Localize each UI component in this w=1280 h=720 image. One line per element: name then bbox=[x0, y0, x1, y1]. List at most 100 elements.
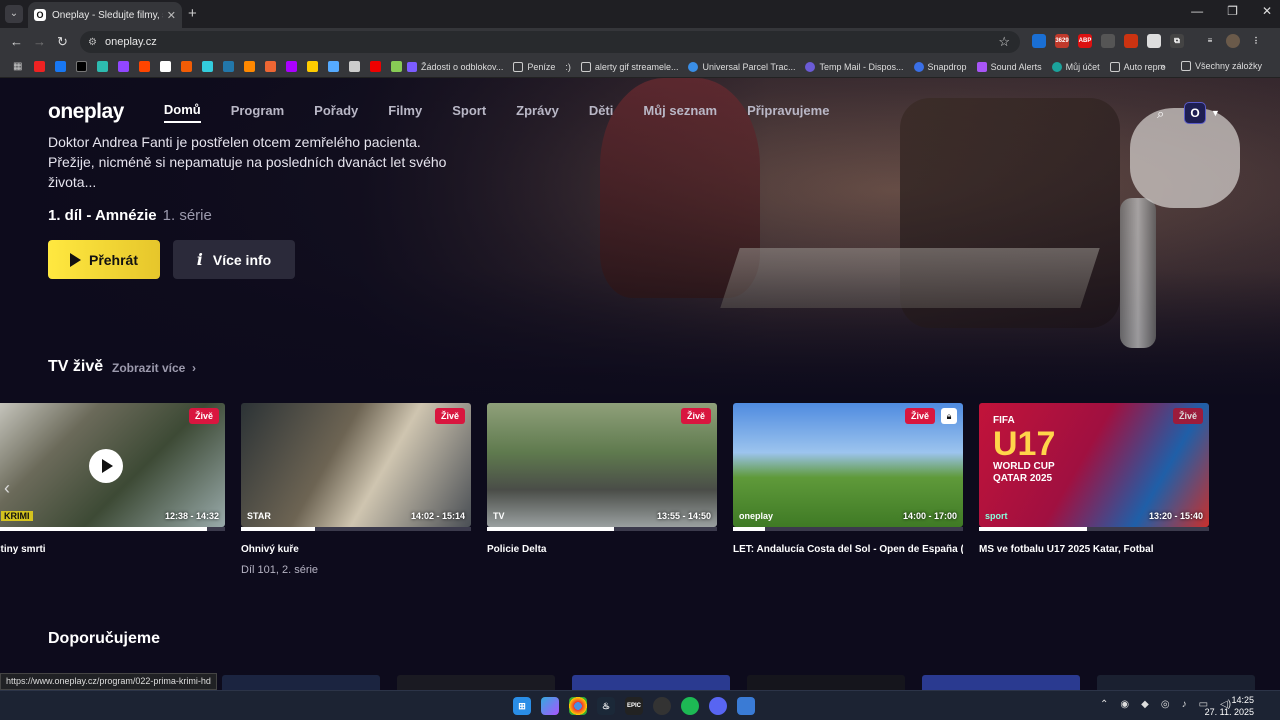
bookmark-icon[interactable] bbox=[286, 61, 297, 72]
live-card[interactable]: Živě 🔒︎ oneplay 14:00 - 17:00 LET: Andal… bbox=[733, 403, 963, 555]
show-more-link[interactable]: Zobrazit více › bbox=[112, 361, 196, 375]
bookmark-alerty[interactable]: alerty gif streamele... bbox=[580, 61, 678, 72]
forward-icon[interactable]: → bbox=[33, 34, 46, 49]
bookmark-icon[interactable] bbox=[97, 61, 108, 72]
bookmark-icon[interactable] bbox=[307, 61, 318, 72]
bookmark-smile[interactable]: :) bbox=[565, 62, 571, 72]
bookmark-icon[interactable] bbox=[349, 61, 360, 72]
bookmark-icon[interactable] bbox=[370, 61, 381, 72]
play-icon[interactable] bbox=[89, 449, 123, 483]
tab-close-icon[interactable]: ✕ bbox=[167, 9, 176, 22]
bookmark-snapdrop[interactable]: Snapdrop bbox=[913, 61, 967, 72]
recommend-card[interactable] bbox=[922, 675, 1080, 690]
extension-icon[interactable] bbox=[1124, 34, 1138, 48]
x-icon[interactable] bbox=[76, 61, 87, 72]
taskbar-clock[interactable]: 14:25 27. 11. 2025 bbox=[1205, 694, 1254, 718]
nav-program[interactable]: Program bbox=[231, 103, 284, 122]
network-icon[interactable]: ◎ bbox=[1161, 699, 1170, 710]
adblock-icon[interactable]: ABP bbox=[1078, 34, 1092, 48]
window-close-icon[interactable]: ✕ bbox=[1262, 4, 1272, 18]
back-icon[interactable]: ← bbox=[10, 34, 23, 49]
discord-tray-icon[interactable]: ◉ bbox=[1120, 699, 1129, 710]
bookmark-star-icon[interactable]: ☆ bbox=[998, 34, 1010, 50]
nav-deti[interactable]: Děti bbox=[589, 103, 614, 122]
tab-search-icon[interactable]: ⌄ bbox=[5, 5, 23, 23]
bookmark-icon[interactable] bbox=[265, 61, 276, 72]
tray-overflow-icon[interactable]: ⌃ bbox=[1100, 699, 1108, 710]
extension-badge-icon[interactable]: 3629 bbox=[1055, 34, 1069, 48]
restore-icon[interactable]: ❐ bbox=[1227, 4, 1238, 18]
discord-icon[interactable] bbox=[709, 697, 727, 715]
browser-tab-oneplay[interactable]: O Oneplay - Sledujte filmy, seriály ✕ bbox=[28, 2, 182, 28]
bookmark-parcel[interactable]: Universal Parcel Trac... bbox=[688, 61, 795, 72]
card-thumbnail: Živě TV 13:55 - 14:50 bbox=[487, 403, 717, 527]
spotify-icon[interactable] bbox=[681, 697, 699, 715]
nav-domu[interactable]: Domů bbox=[163, 102, 201, 123]
site-info-icon[interactable]: ⚙ bbox=[88, 37, 97, 48]
live-card[interactable]: Živě STAR 14:02 - 15:14 Ohnivý kuře Díl … bbox=[241, 403, 471, 576]
app-icon[interactable] bbox=[653, 697, 671, 715]
oneplay-logo[interactable]: oneplay bbox=[48, 100, 124, 124]
epic-games-icon[interactable]: EPIC bbox=[625, 697, 643, 715]
bookmark-auto-repro[interactable]: Auto repro bbox=[1109, 61, 1166, 72]
recommend-card[interactable] bbox=[1097, 675, 1255, 690]
nav-porady[interactable]: Pořady bbox=[314, 103, 358, 122]
bookmark-penize[interactable]: Peníze bbox=[513, 61, 555, 72]
bookmark-muj-ucet[interactable]: Můj účet bbox=[1051, 61, 1100, 72]
address-bar[interactable]: ⚙ oneplay.cz ☆ bbox=[80, 31, 1020, 53]
puzzle-icon[interactable]: ⧉ bbox=[1170, 34, 1184, 48]
chevron-down-icon[interactable]: ▼ bbox=[1211, 108, 1220, 118]
photos-icon[interactable] bbox=[737, 697, 755, 715]
recommend-card[interactable] bbox=[397, 675, 555, 690]
youtube-icon[interactable] bbox=[34, 61, 45, 72]
nav-zpravy[interactable]: Zprávy bbox=[516, 103, 559, 122]
profile-avatar[interactable]: O bbox=[1184, 102, 1206, 124]
avatar[interactable] bbox=[1226, 34, 1240, 48]
search-icon[interactable]: ⌕ bbox=[1157, 106, 1164, 122]
play-button[interactable]: Přehrát bbox=[48, 240, 160, 279]
menu-icon[interactable]: ⋮ bbox=[1249, 34, 1263, 48]
new-tab-icon[interactable]: + bbox=[188, 5, 197, 22]
extension-icon[interactable] bbox=[1101, 34, 1115, 48]
bookmarks-overflow-icon[interactable]: » bbox=[1160, 61, 1165, 71]
bookmark-tempmail[interactable]: Temp Mail - Dispos... bbox=[805, 61, 904, 72]
all-bookmarks[interactable]: Všechny záložky bbox=[1180, 61, 1262, 71]
carousel-prev-icon[interactable]: ‹ bbox=[4, 478, 10, 499]
extension-icon[interactable] bbox=[1147, 34, 1161, 48]
nav-filmy[interactable]: Filmy bbox=[388, 103, 422, 122]
live-card[interactable]: Živě TV 13:55 - 14:50 Policie Delta bbox=[487, 403, 717, 555]
more-info-button[interactable]: i Více info bbox=[173, 240, 295, 279]
media-icon[interactable]: ≡ bbox=[1203, 34, 1217, 48]
nav-sport[interactable]: Sport bbox=[452, 103, 486, 122]
extension-icon[interactable] bbox=[1032, 34, 1046, 48]
bookmark-soundalerts[interactable]: Sound Alerts bbox=[976, 61, 1042, 72]
minimize-icon[interactable]: — bbox=[1191, 4, 1203, 18]
amazon-icon[interactable] bbox=[160, 61, 171, 72]
bookmark-icon[interactable] bbox=[244, 61, 255, 72]
reddit-icon[interactable] bbox=[139, 61, 150, 72]
twitch-icon[interactable] bbox=[118, 61, 129, 72]
tray-app-icon[interactable]: ◆ bbox=[1141, 699, 1149, 710]
live-card[interactable]: Živě FIFA U17 WORLD CUP QATAR 2025 sport… bbox=[979, 403, 1209, 555]
live-card[interactable]: Živě KRIMI 12:38 - 14:32 stiny smrti bbox=[0, 403, 225, 555]
bookmark-zadosti[interactable]: Žádosti o odblokov... bbox=[407, 61, 503, 72]
steam-icon[interactable]: ♨ bbox=[597, 697, 615, 715]
chrome-icon[interactable] bbox=[569, 697, 587, 715]
recommend-card[interactable] bbox=[572, 675, 730, 690]
window-controls: — ❐ ✕ bbox=[1191, 4, 1272, 18]
start-icon[interactable]: ⊞ bbox=[513, 697, 531, 715]
nav-muj-seznam[interactable]: Můj seznam bbox=[643, 103, 717, 122]
recommend-card[interactable] bbox=[747, 675, 905, 690]
bookmark-icon[interactable] bbox=[223, 61, 234, 72]
bookmark-icon[interactable] bbox=[391, 61, 402, 72]
bookmark-icon[interactable] bbox=[328, 61, 339, 72]
apps-icon[interactable]: ▦ bbox=[13, 61, 24, 72]
reload-icon[interactable]: ↻ bbox=[57, 34, 68, 50]
recommend-card[interactable] bbox=[222, 675, 380, 690]
copilot-icon[interactable] bbox=[541, 697, 559, 715]
nav-pripravujeme[interactable]: Připravujeme bbox=[747, 103, 829, 122]
bookmark-icon[interactable] bbox=[181, 61, 192, 72]
facebook-icon[interactable] bbox=[55, 61, 66, 72]
microphone-icon[interactable]: ♪ bbox=[1182, 699, 1187, 710]
bookmark-icon[interactable] bbox=[202, 61, 213, 72]
